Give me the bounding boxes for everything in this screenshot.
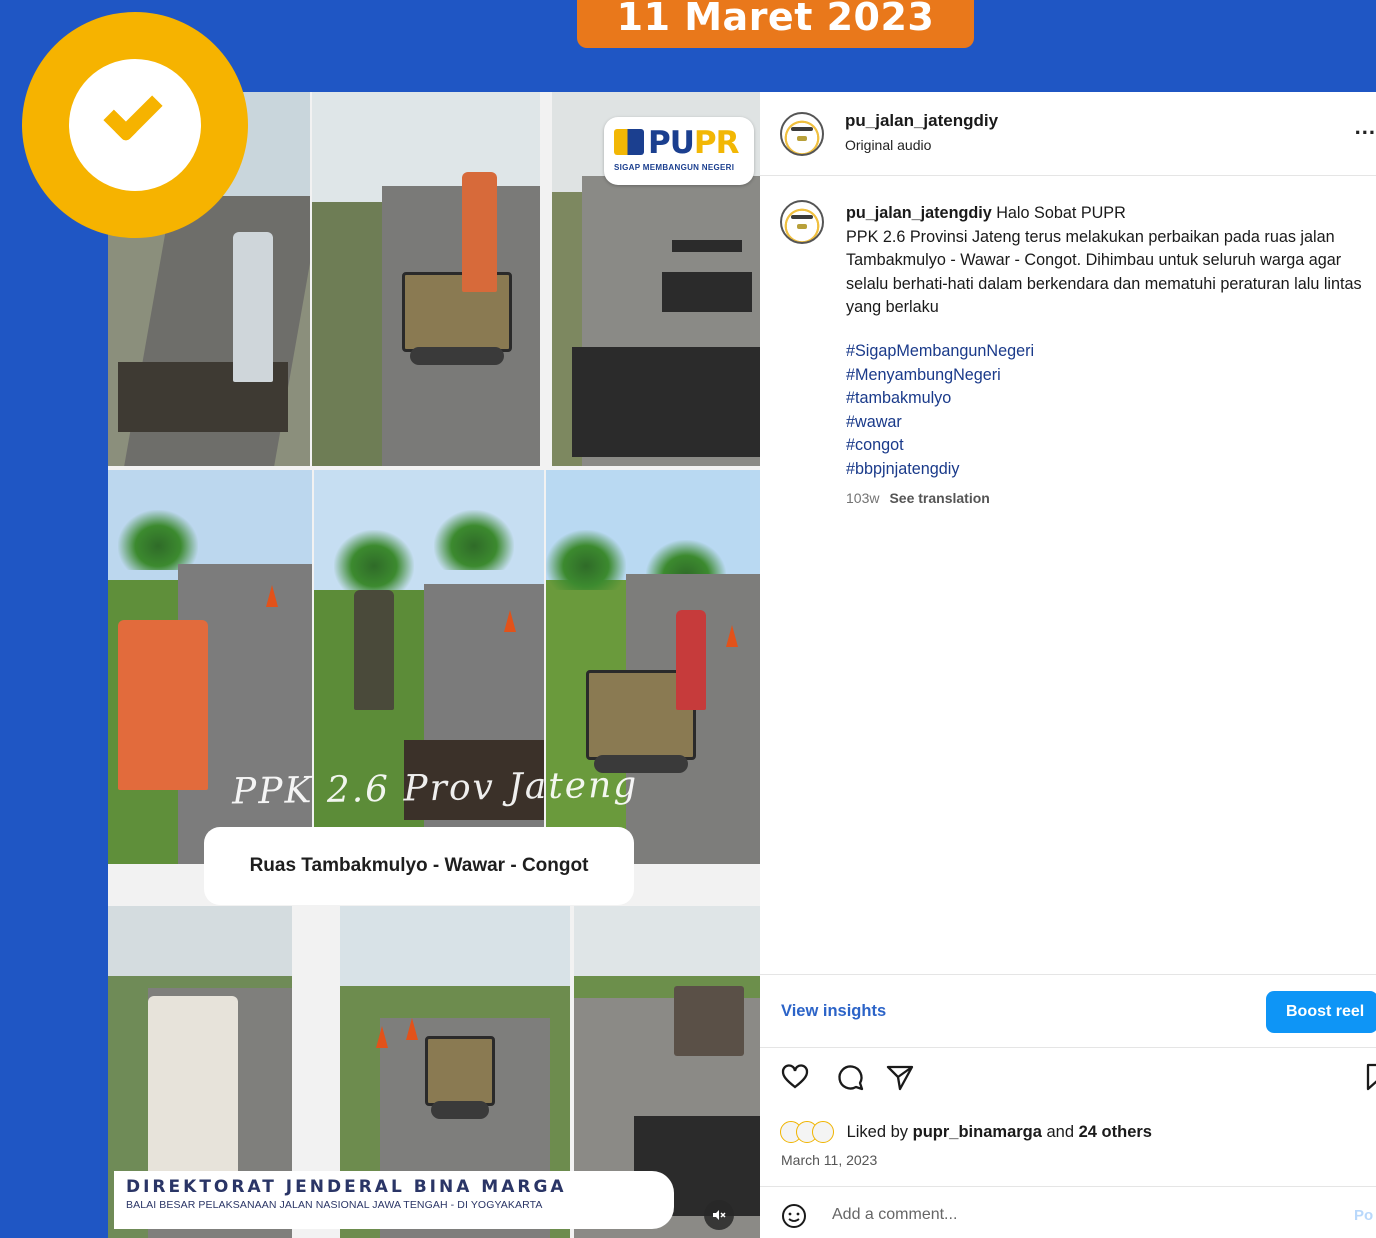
caption: pu_jalan_jatengdiy Halo Sobat PUPR PPK 2… <box>846 202 1366 320</box>
boost-reel-button[interactable]: Boost reel <box>1266 991 1376 1033</box>
hashtag-link[interactable]: #MenyambungNegeri <box>846 364 1034 388</box>
hashtag-link[interactable]: #tambakmulyo <box>846 387 1034 411</box>
hashtag-list: #SigapMembangunNegeri #MenyambungNegeri … <box>846 340 1034 481</box>
footer-title: DIREKTORAT JENDERAL BINA MARGA <box>126 1177 567 1197</box>
road-label: Ruas Tambakmulyo - Wawar - Congot <box>204 827 634 905</box>
reel-media[interactable]: PUPR SIGAP MEMBANGUN NEGERI PPK 2.6 Prov… <box>108 92 760 1238</box>
comment-input[interactable] <box>832 1201 1292 1229</box>
emoji-icon[interactable] <box>780 1202 808 1230</box>
check-badge <box>22 12 248 238</box>
username-link[interactable]: pu_jalan_jatengdiy <box>845 111 998 131</box>
comment-bar: Po <box>760 1186 1376 1238</box>
post-age: 103w <box>846 490 880 506</box>
script-caption: PPK 2.6 Prov Jateng <box>231 764 639 813</box>
checkmark-icon <box>103 83 163 143</box>
date-banner: 11 Maret 2023 <box>577 0 974 48</box>
liked-others-link[interactable]: 24 others <box>1079 1123 1152 1141</box>
hashtag-link[interactable]: #SigapMembangunNegeri <box>846 340 1034 364</box>
likes-text: Liked by pupr_binamarga and 24 others <box>846 1122 1152 1141</box>
hashtag-link[interactable]: #congot <box>846 434 1034 458</box>
bookmark-icon[interactable] <box>1362 1062 1376 1092</box>
audio-link[interactable]: Original audio <box>845 137 931 153</box>
post-comment-button[interactable]: Po <box>1354 1207 1373 1224</box>
mute-button[interactable] <box>704 1200 734 1230</box>
see-translation-button[interactable]: See translation <box>889 490 989 506</box>
avatar[interactable] <box>780 112 824 156</box>
liked-user-link[interactable]: pupr_binamarga <box>913 1123 1042 1141</box>
hashtag-link[interactable]: #bbpjnjatengdiy <box>846 458 1034 482</box>
hashtag-link[interactable]: #wawar <box>846 411 1034 435</box>
caption-avatar[interactable] <box>780 200 824 244</box>
footer-card: DIREKTORAT JENDERAL BINA MARGA BALAI BES… <box>114 1171 674 1229</box>
heart-icon[interactable] <box>780 1062 810 1092</box>
post-header: pu_jalan_jatengdiy Original audio ... <box>760 92 1376 176</box>
insights-bar: View insights Boost reel <box>760 974 1376 1048</box>
pupr-logo-text: PUPR <box>648 125 739 161</box>
more-options-button[interactable]: ... <box>1355 114 1376 140</box>
liker-avatar <box>812 1121 834 1143</box>
view-insights-link[interactable]: View insights <box>781 1002 886 1021</box>
pupr-logo: PUPR SIGAP MEMBANGUN NEGERI <box>604 117 754 185</box>
post-date: March 11, 2023 <box>781 1152 878 1168</box>
footer-subtitle: BALAI BESAR PELAKSANAAN JALAN NASIONAL J… <box>126 1199 543 1211</box>
photo-tile <box>312 92 540 466</box>
comment-icon[interactable] <box>835 1062 865 1092</box>
pupr-logo-mark <box>614 129 644 155</box>
check-circle <box>69 59 201 191</box>
speaker-muted-icon <box>713 1210 726 1220</box>
likes-row: Liked by pupr_binamarga and 24 others <box>780 1121 1152 1147</box>
caption-username[interactable]: pu_jalan_jatengdiy <box>846 204 992 222</box>
pupr-tagline: SIGAP MEMBANGUN NEGERI <box>614 163 735 172</box>
action-bar <box>760 1060 1376 1100</box>
post-meta: 103w See translation <box>846 490 990 506</box>
post-panel: pu_jalan_jatengdiy Original audio ... pu… <box>760 92 1376 1238</box>
share-icon[interactable] <box>885 1062 915 1092</box>
